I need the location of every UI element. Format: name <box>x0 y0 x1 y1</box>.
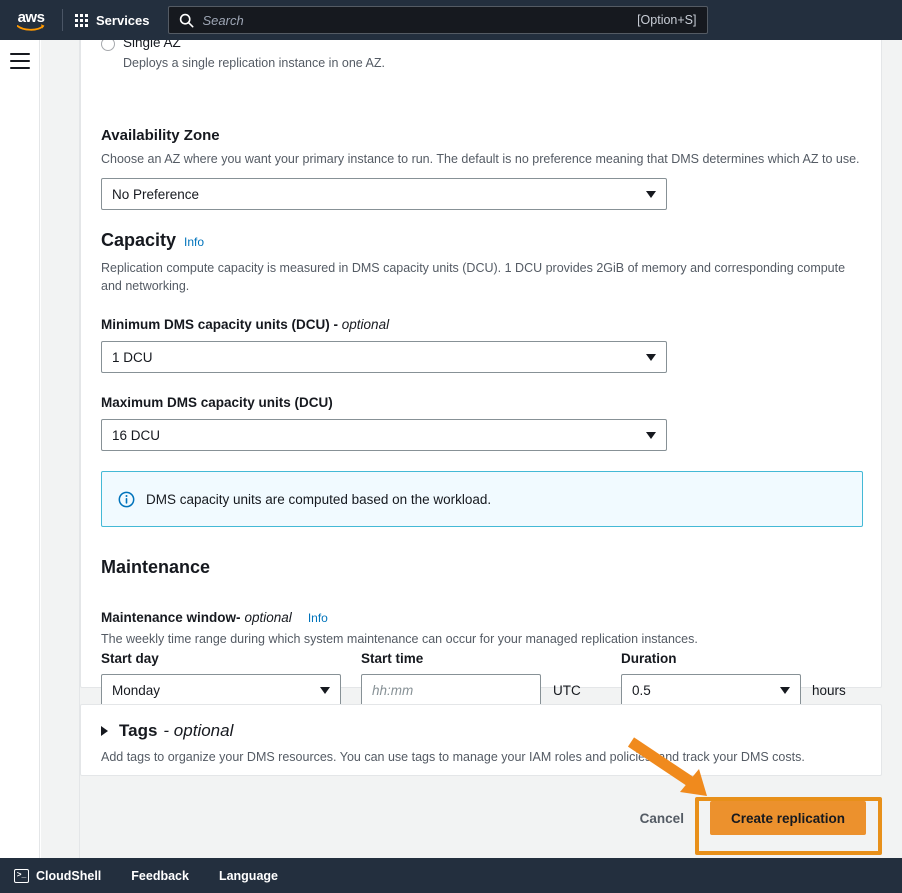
cloudshell-icon: >_ <box>14 868 29 883</box>
global-navigation-bar: aws Services Search [Option+S] <box>0 0 902 40</box>
hamburger-menu-icon[interactable] <box>10 53 30 69</box>
maintenance-info-link[interactable]: Info <box>308 611 328 625</box>
duration-value: 0.5 <box>632 682 651 698</box>
maintenance-window-label-text: Maintenance window-optional <box>101 610 292 625</box>
capacity-heading: Capacity <box>101 230 177 250</box>
replication-settings-panel: Single AZ Deploys a single replication i… <box>80 40 882 706</box>
mw-label-main: Maintenance window- <box>101 610 241 625</box>
chevron-down-icon <box>320 686 330 694</box>
mw-optional: optional <box>244 610 292 625</box>
max-dcu-field: Maximum DMS capacity units (DCU) 16 DCU <box>101 395 667 451</box>
availability-zone-heading: Availability Zone <box>101 127 220 144</box>
min-dcu-label-text: Minimum DMS capacity units (DCU) - <box>101 317 339 332</box>
max-dcu-select[interactable]: 16 DCU <box>101 419 667 451</box>
maintenance-window-description: The weekly time range during which syste… <box>101 632 698 646</box>
info-icon <box>118 491 135 507</box>
feedback-label: Feedback <box>131 868 189 883</box>
capacity-heading-row: Capacity Info <box>101 230 863 252</box>
maintenance-window-field: Maintenance window-optional Info The wee… <box>101 610 863 648</box>
content-gutter <box>41 40 80 858</box>
min-dcu-value: 1 DCU <box>112 349 153 365</box>
left-navigation-rail <box>0 40 40 858</box>
min-dcu-label: Minimum DMS capacity units (DCU) - optio… <box>101 317 667 332</box>
min-dcu-optional-text: optional <box>341 317 390 332</box>
feedback-button[interactable]: Feedback <box>119 869 207 883</box>
min-dcu-field: Minimum DMS capacity units (DCU) - optio… <box>101 317 667 373</box>
search-shortcut-hint: [Option+S] <box>637 13 697 27</box>
capacity-alert-text: DMS capacity units are computed based on… <box>146 491 492 507</box>
start-time-row: hh:mm UTC <box>361 674 581 706</box>
maintenance-heading: Maintenance <box>101 557 211 577</box>
chevron-down-icon <box>780 686 790 694</box>
duration-unit-label: hours <box>812 682 846 698</box>
max-dcu-label: Maximum DMS capacity units (DCU) <box>101 395 333 410</box>
min-dcu-select[interactable]: 1 DCU <box>101 341 667 373</box>
chevron-down-icon <box>646 190 656 198</box>
capacity-description: Replication compute capacity is measured… <box>101 260 846 293</box>
tags-panel: Tags - optional Add tags to organize you… <box>80 704 882 776</box>
maintenance-section: Maintenance <box>101 557 210 579</box>
form-actions: Cancel Create replication <box>80 788 882 848</box>
duration-select[interactable]: 0.5 <box>621 674 801 706</box>
cloudshell-label: CloudShell <box>36 868 102 883</box>
start-day-value: Monday <box>112 682 161 698</box>
grid-icon <box>75 13 88 27</box>
start-time-field: Start time hh:mm UTC <box>361 651 581 706</box>
create-replication-button[interactable]: Create replication <box>709 801 866 835</box>
availability-zone-value: No Preference <box>112 186 200 202</box>
duration-label: Duration <box>621 651 677 666</box>
services-label: Services <box>96 12 150 28</box>
aws-dms-create-replication-page: aws Services Search [Option+S] Single AZ… <box>0 0 902 893</box>
maintenance-window-label: Maintenance window-optional Info <box>101 610 863 625</box>
chevron-right-icon[interactable] <box>101 726 108 736</box>
tags-title: Tags <box>119 721 158 740</box>
search-icon <box>179 13 193 27</box>
tags-header[interactable]: Tags - optional <box>101 721 861 741</box>
start-day-field: Start day Monday <box>101 651 341 706</box>
search-input[interactable]: Search <box>203 13 629 28</box>
chevron-down-icon <box>646 431 656 439</box>
timezone-label: UTC <box>553 682 581 698</box>
radio-circle-icon <box>101 40 115 51</box>
aws-smile-icon <box>17 24 45 31</box>
radio-option-single-az[interactable]: Single AZ Deploys a single replication i… <box>101 40 801 72</box>
main-content-area: Single AZ Deploys a single replication i… <box>80 40 902 858</box>
max-dcu-value: 16 DCU <box>112 427 161 443</box>
language-label: Language <box>218 868 278 883</box>
language-button[interactable]: Language <box>207 869 296 883</box>
single-az-label: Single AZ <box>123 40 181 50</box>
start-time-label: Start time <box>361 651 424 666</box>
availability-zone-section: Availability Zone Choose an AZ where you… <box>101 127 863 211</box>
services-menu-button[interactable]: Services <box>63 0 162 40</box>
console-footer: >_ CloudShell Feedback Language <box>0 858 902 893</box>
availability-zone-description: Choose an AZ where you want your primary… <box>101 152 860 166</box>
capacity-section: Capacity Info Replication compute capaci… <box>101 230 863 295</box>
tags-description: Add tags to organize your DMS resources.… <box>101 750 805 764</box>
tags-optional-label: - optional <box>163 721 234 740</box>
cancel-button[interactable]: Cancel <box>626 805 698 832</box>
cloudshell-button[interactable]: >_ CloudShell <box>14 868 119 883</box>
start-time-input[interactable]: hh:mm <box>361 674 541 706</box>
start-time-placeholder: hh:mm <box>372 682 414 698</box>
start-day-label: Start day <box>101 651 159 666</box>
chevron-down-icon <box>646 353 656 361</box>
availability-zone-select[interactable]: No Preference <box>101 178 667 211</box>
start-day-select[interactable]: Monday <box>101 674 341 706</box>
global-search-box[interactable]: Search [Option+S] <box>167 6 708 34</box>
capacity-info-link[interactable]: Info <box>184 235 204 249</box>
aws-logo[interactable]: aws <box>0 0 62 40</box>
single-az-description: Deploys a single replication instance in… <box>123 56 385 70</box>
duration-row: 0.5 hours <box>621 674 846 706</box>
capacity-info-alert: DMS capacity units are computed based on… <box>101 471 863 527</box>
duration-field: Duration 0.5 hours <box>621 651 846 706</box>
